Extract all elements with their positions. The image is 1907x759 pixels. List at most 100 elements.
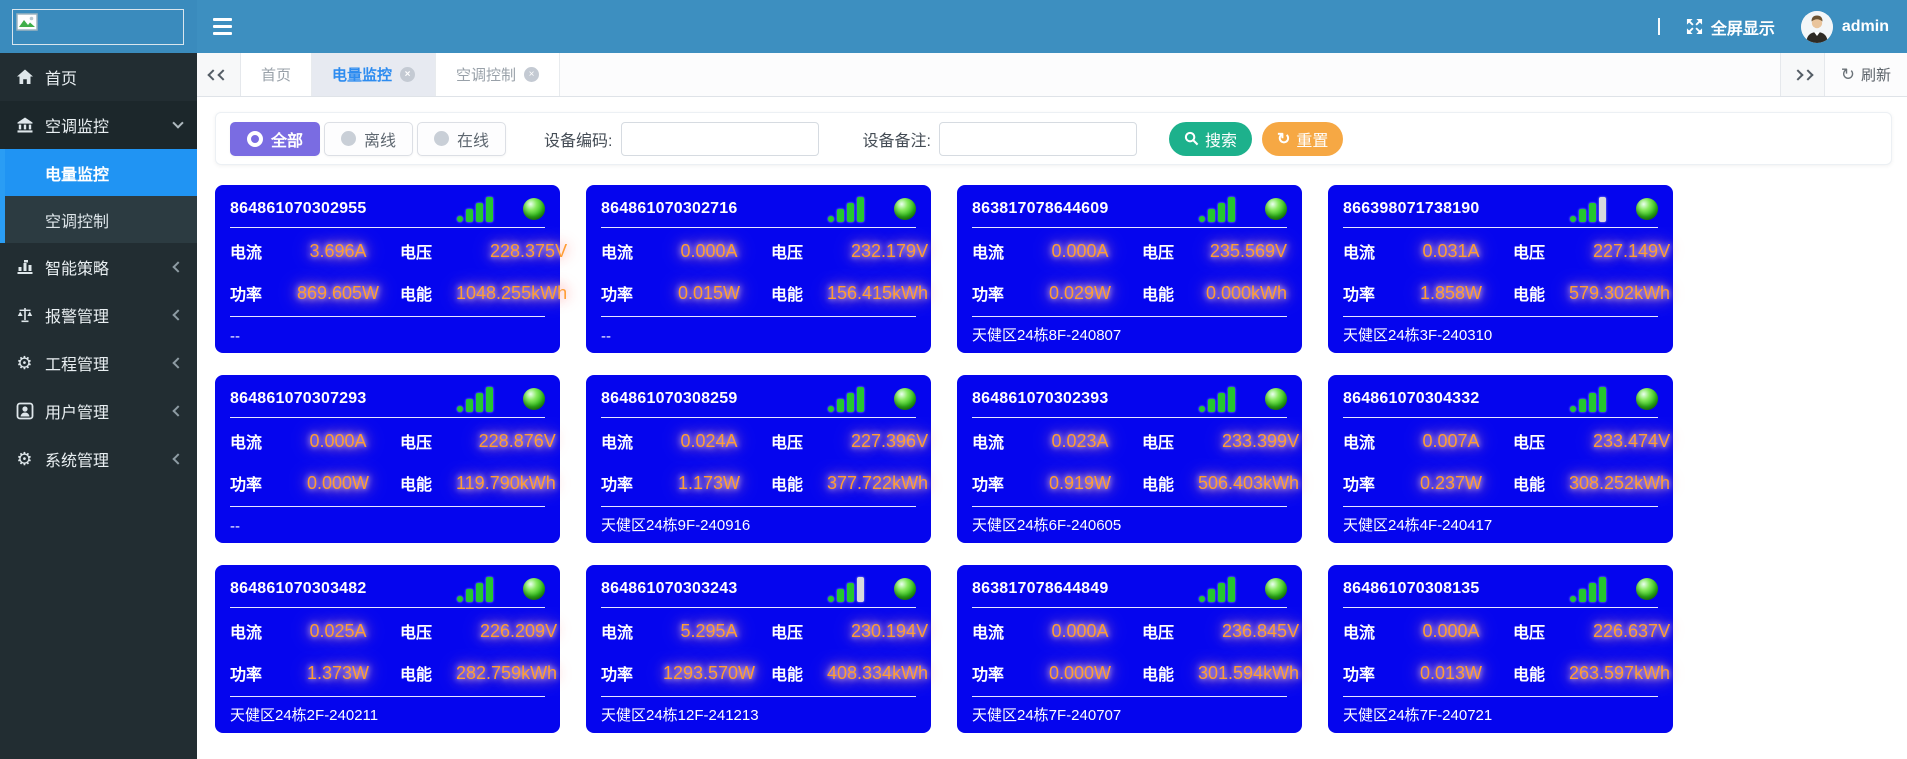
avatar (1800, 10, 1833, 43)
device-card[interactable]: 864861070302955 电流 3.696A 电压 228.375V 功率… (215, 185, 567, 353)
device-note-label: 设备备注: (862, 132, 931, 150)
power-label: 功率 (972, 287, 1005, 304)
voltage-value: 227.396V (851, 430, 929, 451)
device-card[interactable]: 863817078644609 电流 0.000A 电压 235.569V 功率… (957, 185, 1302, 353)
device-card[interactable]: 864861070302716 电流 0.000A 电压 232.179V 功率… (586, 185, 931, 353)
sidebar-item-label: 智能策略 (45, 261, 110, 278)
online-status-icon (523, 198, 545, 220)
device-location: -- (601, 328, 611, 345)
radio-icon (434, 131, 450, 146)
device-id: 863817078644609 (972, 200, 1109, 217)
current-label: 电流 (972, 625, 1005, 642)
device-card[interactable]: 866398071738190 电流 0.031A 电压 227.149V 功率… (1328, 185, 1673, 353)
sidebar-submenu: 电量监控 空调控制 (0, 149, 197, 243)
sidebar-item-project-mgmt[interactable]: 工程管理 (0, 339, 197, 387)
energy-value: 506.403kWh (1198, 472, 1300, 493)
device-id: 864861070302955 (230, 200, 367, 217)
voltage-value: 228.876V (478, 430, 556, 451)
online-status-icon (1636, 198, 1658, 220)
current-label: 电流 (601, 245, 634, 262)
chevron-left-icon (172, 261, 184, 273)
device-card[interactable]: 864861070302393 电流 0.023A 电压 233.399V 功率… (957, 375, 1302, 543)
device-card[interactable]: 863817078644849 电流 0.000A 电压 236.845V 功率… (957, 565, 1302, 733)
sidebar: 首页 空调监控 电量监控 空调控制 智能策略 报警管理 ⚙ 工程管理 用户管理 … (0, 53, 197, 759)
voltage-label: 电压 (400, 245, 433, 262)
device-card[interactable]: 864861070308135 电流 0.000A 电压 226.637V 功率… (1328, 565, 1673, 733)
current-label: 电流 (972, 245, 1005, 262)
energy-label: 电能 (771, 477, 804, 494)
power-label: 功率 (972, 477, 1005, 494)
energy-value: 301.594kWh (1198, 662, 1300, 683)
home-icon (15, 68, 34, 87)
signal-icon (828, 386, 864, 412)
main-content: 首页 电量监控 空调控制 刷新 全部 离线 (197, 53, 1907, 759)
tab-power-monitor[interactable]: 电量监控 (312, 53, 437, 96)
voltage-label: 电压 (400, 435, 433, 452)
power-value: 0.919W (1048, 472, 1112, 493)
tabs-scroll-right-button[interactable] (1779, 53, 1824, 96)
voltage-value: 226.209V (480, 620, 558, 641)
device-card[interactable]: 864861070304332 电流 0.007A 电压 233.474V 功率… (1328, 375, 1673, 543)
device-location: 天健区24栋4F-240417 (1343, 517, 1493, 534)
gears-icon (15, 354, 34, 373)
current-label: 电流 (230, 625, 263, 642)
sidebar-item-system-mgmt[interactable]: 系统管理 (0, 435, 197, 483)
reset-button[interactable]: 重置 (1261, 121, 1344, 156)
power-label: 功率 (601, 477, 634, 494)
radio-offline[interactable]: 离线 (324, 121, 414, 156)
device-card[interactable]: 864861070308259 电流 0.024A 电压 227.396V 功率… (586, 375, 931, 543)
voltage-label: 电压 (1513, 245, 1546, 262)
sidebar-item-ac-monitor[interactable]: 空调监控 (0, 101, 197, 149)
power-value: 1.858W (1419, 282, 1483, 303)
online-status-icon (1636, 388, 1658, 410)
energy-value: 156.415kWh (827, 282, 929, 303)
radio-all[interactable]: 全部 (230, 121, 321, 156)
device-card[interactable]: 864861070303243 电流 5.295A 电压 230.194V 功率… (586, 565, 931, 733)
energy-label: 电能 (1513, 667, 1546, 684)
close-tab-icon[interactable] (524, 67, 540, 82)
tabs-scroll-left-button[interactable] (197, 53, 241, 96)
current-label: 电流 (1343, 245, 1376, 262)
device-location: -- (230, 328, 240, 345)
filter-panel: 全部 离线 在线 设备编码: 设备备注: 搜索 重置 (215, 112, 1892, 165)
search-button[interactable]: 搜索 (1168, 121, 1252, 156)
sidebar-item-smart-strategy[interactable]: 智能策略 (0, 243, 197, 291)
device-code-label: 设备编码: (544, 132, 613, 150)
voltage-label: 电压 (771, 245, 804, 262)
tab-ac-control[interactable]: 空调控制 (436, 53, 561, 96)
voltage-value: 233.474V (1593, 430, 1671, 451)
sidebar-item-user-mgmt[interactable]: 用户管理 (0, 387, 197, 435)
close-tab-icon[interactable] (400, 67, 416, 82)
device-id: 864861070302393 (972, 390, 1109, 407)
device-grid: 864861070302955 电流 3.696A 电压 228.375V 功率… (215, 185, 1907, 733)
energy-value: 1048.255kWh (456, 282, 568, 303)
refresh-button[interactable]: 刷新 (1823, 53, 1907, 96)
user-menu[interactable]: admin (1800, 10, 1889, 43)
sidebar-toggle-button[interactable] (197, 0, 247, 53)
tab-home[interactable]: 首页 (241, 53, 313, 96)
sidebar-item-alarm-mgmt[interactable]: 报警管理 (0, 291, 197, 339)
power-label: 功率 (230, 287, 263, 304)
voltage-label: 电压 (400, 625, 433, 642)
device-card[interactable]: 864861070303482 电流 0.025A 电压 226.209V 功率… (215, 565, 560, 733)
fullscreen-button[interactable]: 全屏显示 (1686, 15, 1775, 39)
device-code-input[interactable] (620, 121, 819, 156)
power-value: 0.000W (306, 472, 370, 493)
radio-online[interactable]: 在线 (417, 121, 507, 156)
voltage-label: 电压 (1142, 245, 1175, 262)
sidebar-item-label: 系统管理 (45, 453, 110, 470)
device-card[interactable]: 864861070307293 电流 0.000A 电压 228.876V 功率… (215, 375, 560, 543)
online-status-icon (894, 198, 916, 220)
current-label: 电流 (230, 435, 263, 452)
device-note-input[interactable] (938, 121, 1137, 156)
online-status-icon (894, 578, 916, 600)
current-label: 电流 (230, 245, 263, 262)
device-location: 天健区24栋7F-240707 (972, 707, 1122, 724)
sidebar-item-ac-control[interactable]: 空调控制 (5, 196, 197, 243)
energy-label: 电能 (400, 287, 433, 304)
sidebar-item-home[interactable]: 首页 (0, 53, 197, 101)
sidebar-item-label: 报警管理 (45, 309, 110, 326)
sidebar-item-power-monitor[interactable]: 电量监控 (5, 149, 197, 196)
energy-label: 电能 (1142, 287, 1175, 304)
logo-area (0, 0, 197, 53)
